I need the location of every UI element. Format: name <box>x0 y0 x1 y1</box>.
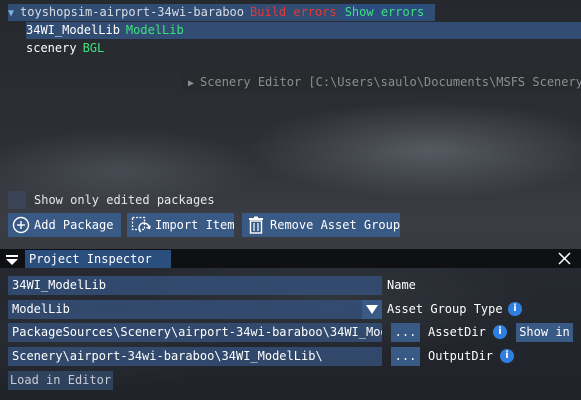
asset-group-row[interactable]: 34WI_ModelLib ModelLib <box>26 22 581 39</box>
info-icon[interactable]: i <box>493 325 507 339</box>
console-window-header[interactable]: ▶ Scenery Editor [C:\Users\saulo\Document… <box>182 73 581 91</box>
plus-circle-icon <box>12 216 30 234</box>
name-label: Name <box>387 278 416 292</box>
chevron-down-icon[interactable] <box>362 300 382 319</box>
add-package-label: Add Package <box>34 218 114 232</box>
tab-project-inspector[interactable]: Project Inspector <box>25 250 171 268</box>
asset-dir-browse-button[interactable]: ... <box>391 323 420 342</box>
close-icon[interactable] <box>558 252 571 265</box>
asset-group-row[interactable]: scenery BGL <box>26 40 104 57</box>
asset-group-type-dropdown[interactable]: ModelLib <box>8 300 362 319</box>
remove-asset-group-label: Remove Asset Group <box>270 218 401 232</box>
inspector-title-bar[interactable]: Project Inspector <box>0 249 581 268</box>
build-status: Build errors <box>250 5 337 19</box>
show-errors-button[interactable]: Show errors <box>340 5 429 20</box>
asset-group-type: ModelLib <box>125 23 184 37</box>
package-tree-node[interactable]: ▼ toyshopsim-airport-34wi-baraboo Build er… <box>8 4 435 21</box>
add-package-button[interactable]: Add Package <box>8 213 121 237</box>
show-only-edited-label: Show only edited packages <box>34 193 215 207</box>
info-icon[interactable]: i <box>508 302 522 316</box>
output-dir-label: OutputDir <box>428 349 494 363</box>
asset-group-type: BGL <box>82 41 105 55</box>
collapse-arrow-icon[interactable]: ▶ <box>188 78 194 89</box>
asset-dir-label: AssetDir <box>428 325 486 339</box>
asset-group-name: scenery <box>26 41 77 55</box>
show-only-edited-checkbox[interactable] <box>8 191 26 209</box>
remove-asset-group-button[interactable]: Remove Asset Group <box>242 213 400 237</box>
import-icon <box>131 216 151 234</box>
asset-group-type-label: Asset Group Type <box>387 302 503 316</box>
load-in-editor-button[interactable]: Load in Editor <box>8 371 113 390</box>
output-dir-browse-button[interactable]: ... <box>391 347 420 366</box>
name-field[interactable]: 34WI_ModelLib <box>8 276 382 295</box>
console-title: Scenery Editor [C:\Users\saulo\Documents… <box>200 75 581 89</box>
output-dir-field[interactable]: Scenery\airport-34wi-baraboo\34WI_ModelL… <box>8 347 382 366</box>
info-icon[interactable]: i <box>500 349 514 363</box>
import-item-label: Import Item <box>155 218 235 232</box>
show-only-edited-option[interactable]: Show only edited packages <box>8 191 215 209</box>
sdk-viewport: ▼ toyshopsim-airport-34wi-baraboo Build er… <box>0 0 581 400</box>
package-name: toyshopsim-airport-34wi-baraboo <box>20 5 244 19</box>
asset-group-name: 34WI_ModelLib <box>26 23 120 37</box>
asset-dir-field[interactable]: PackageSources\Scenery\airport-34wi-bara… <box>8 323 382 342</box>
show-in-explorer-button[interactable]: Show in <box>516 323 573 342</box>
import-item-button[interactable]: Import Item <box>127 213 234 237</box>
trash-icon <box>246 216 266 234</box>
menu-icon[interactable] <box>6 254 18 265</box>
expand-triangle-icon[interactable]: ▼ <box>8 8 14 19</box>
